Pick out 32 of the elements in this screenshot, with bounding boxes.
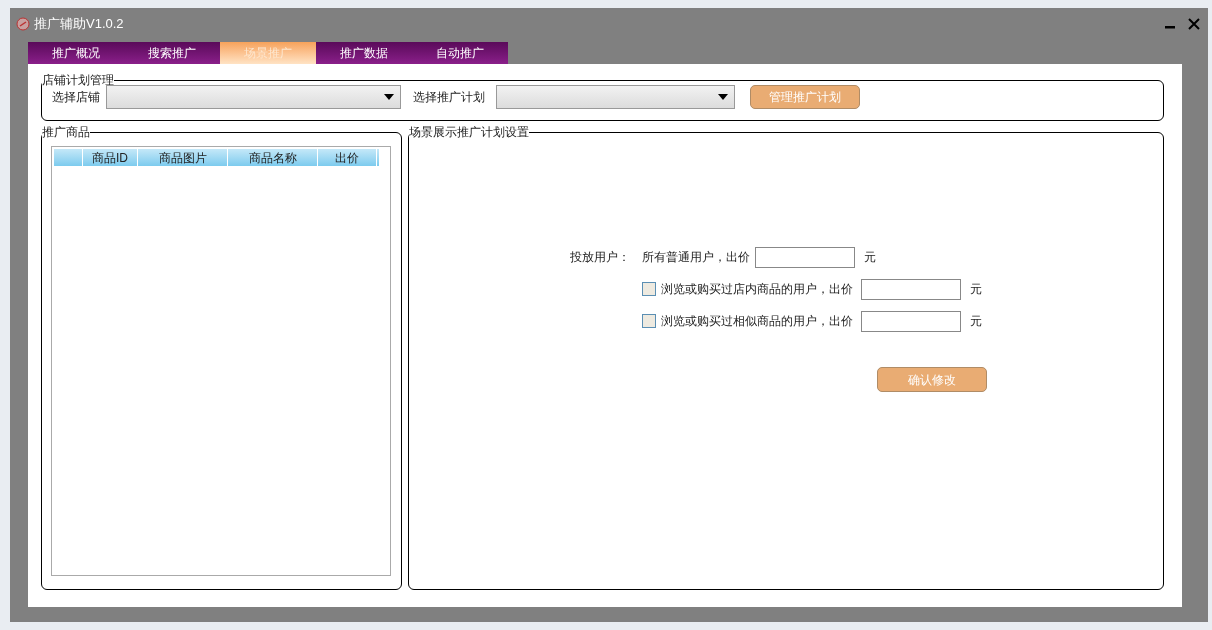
checkbox[interactable] [642, 282, 656, 296]
column-header[interactable]: 商品名称 [228, 149, 318, 166]
close-icon[interactable] [1188, 18, 1200, 30]
bid-input[interactable] [861, 278, 961, 300]
field-label: 投放用户： [570, 249, 631, 266]
unit-label: 元 [864, 249, 876, 266]
option-label: 所有普通用户，出价 [642, 249, 750, 266]
group-title: 店铺计划管理 [42, 74, 114, 86]
unit-label: 元 [970, 281, 982, 298]
option-label: 浏览或购买过店内商品的用户，出价 [661, 281, 853, 298]
field-label: 选择推广计划 [413, 89, 485, 106]
group-title: 推广商品 [42, 126, 90, 138]
dropdown-arrow-icon [384, 94, 394, 100]
option-label: 浏览或购买过相似商品的用户，出价 [661, 313, 853, 330]
column-header[interactable]: 商品ID [83, 149, 138, 166]
shop-dropdown[interactable] [106, 85, 401, 109]
column-header[interactable]: 商品图片 [138, 149, 228, 166]
column-header[interactable]: 出价 [318, 149, 377, 166]
tab[interactable]: 推广数据 [316, 42, 412, 64]
tab[interactable]: 自动推广 [412, 42, 508, 64]
unit-label: 元 [970, 313, 982, 330]
checkbox[interactable] [642, 314, 656, 328]
app-logo-icon [16, 17, 30, 31]
group-title: 场景展示推广计划设置 [409, 126, 529, 138]
bid-input[interactable] [755, 246, 855, 268]
bid-input[interactable] [861, 310, 961, 332]
plan-dropdown[interactable] [496, 85, 735, 109]
field-label: 选择店铺 [52, 89, 100, 106]
dropdown-arrow-icon [718, 94, 728, 100]
window-title: 推广辅助V1.0.2 [34, 15, 124, 34]
tab[interactable]: 推广概况 [28, 42, 124, 64]
tab[interactable]: 搜索推广 [124, 42, 220, 64]
